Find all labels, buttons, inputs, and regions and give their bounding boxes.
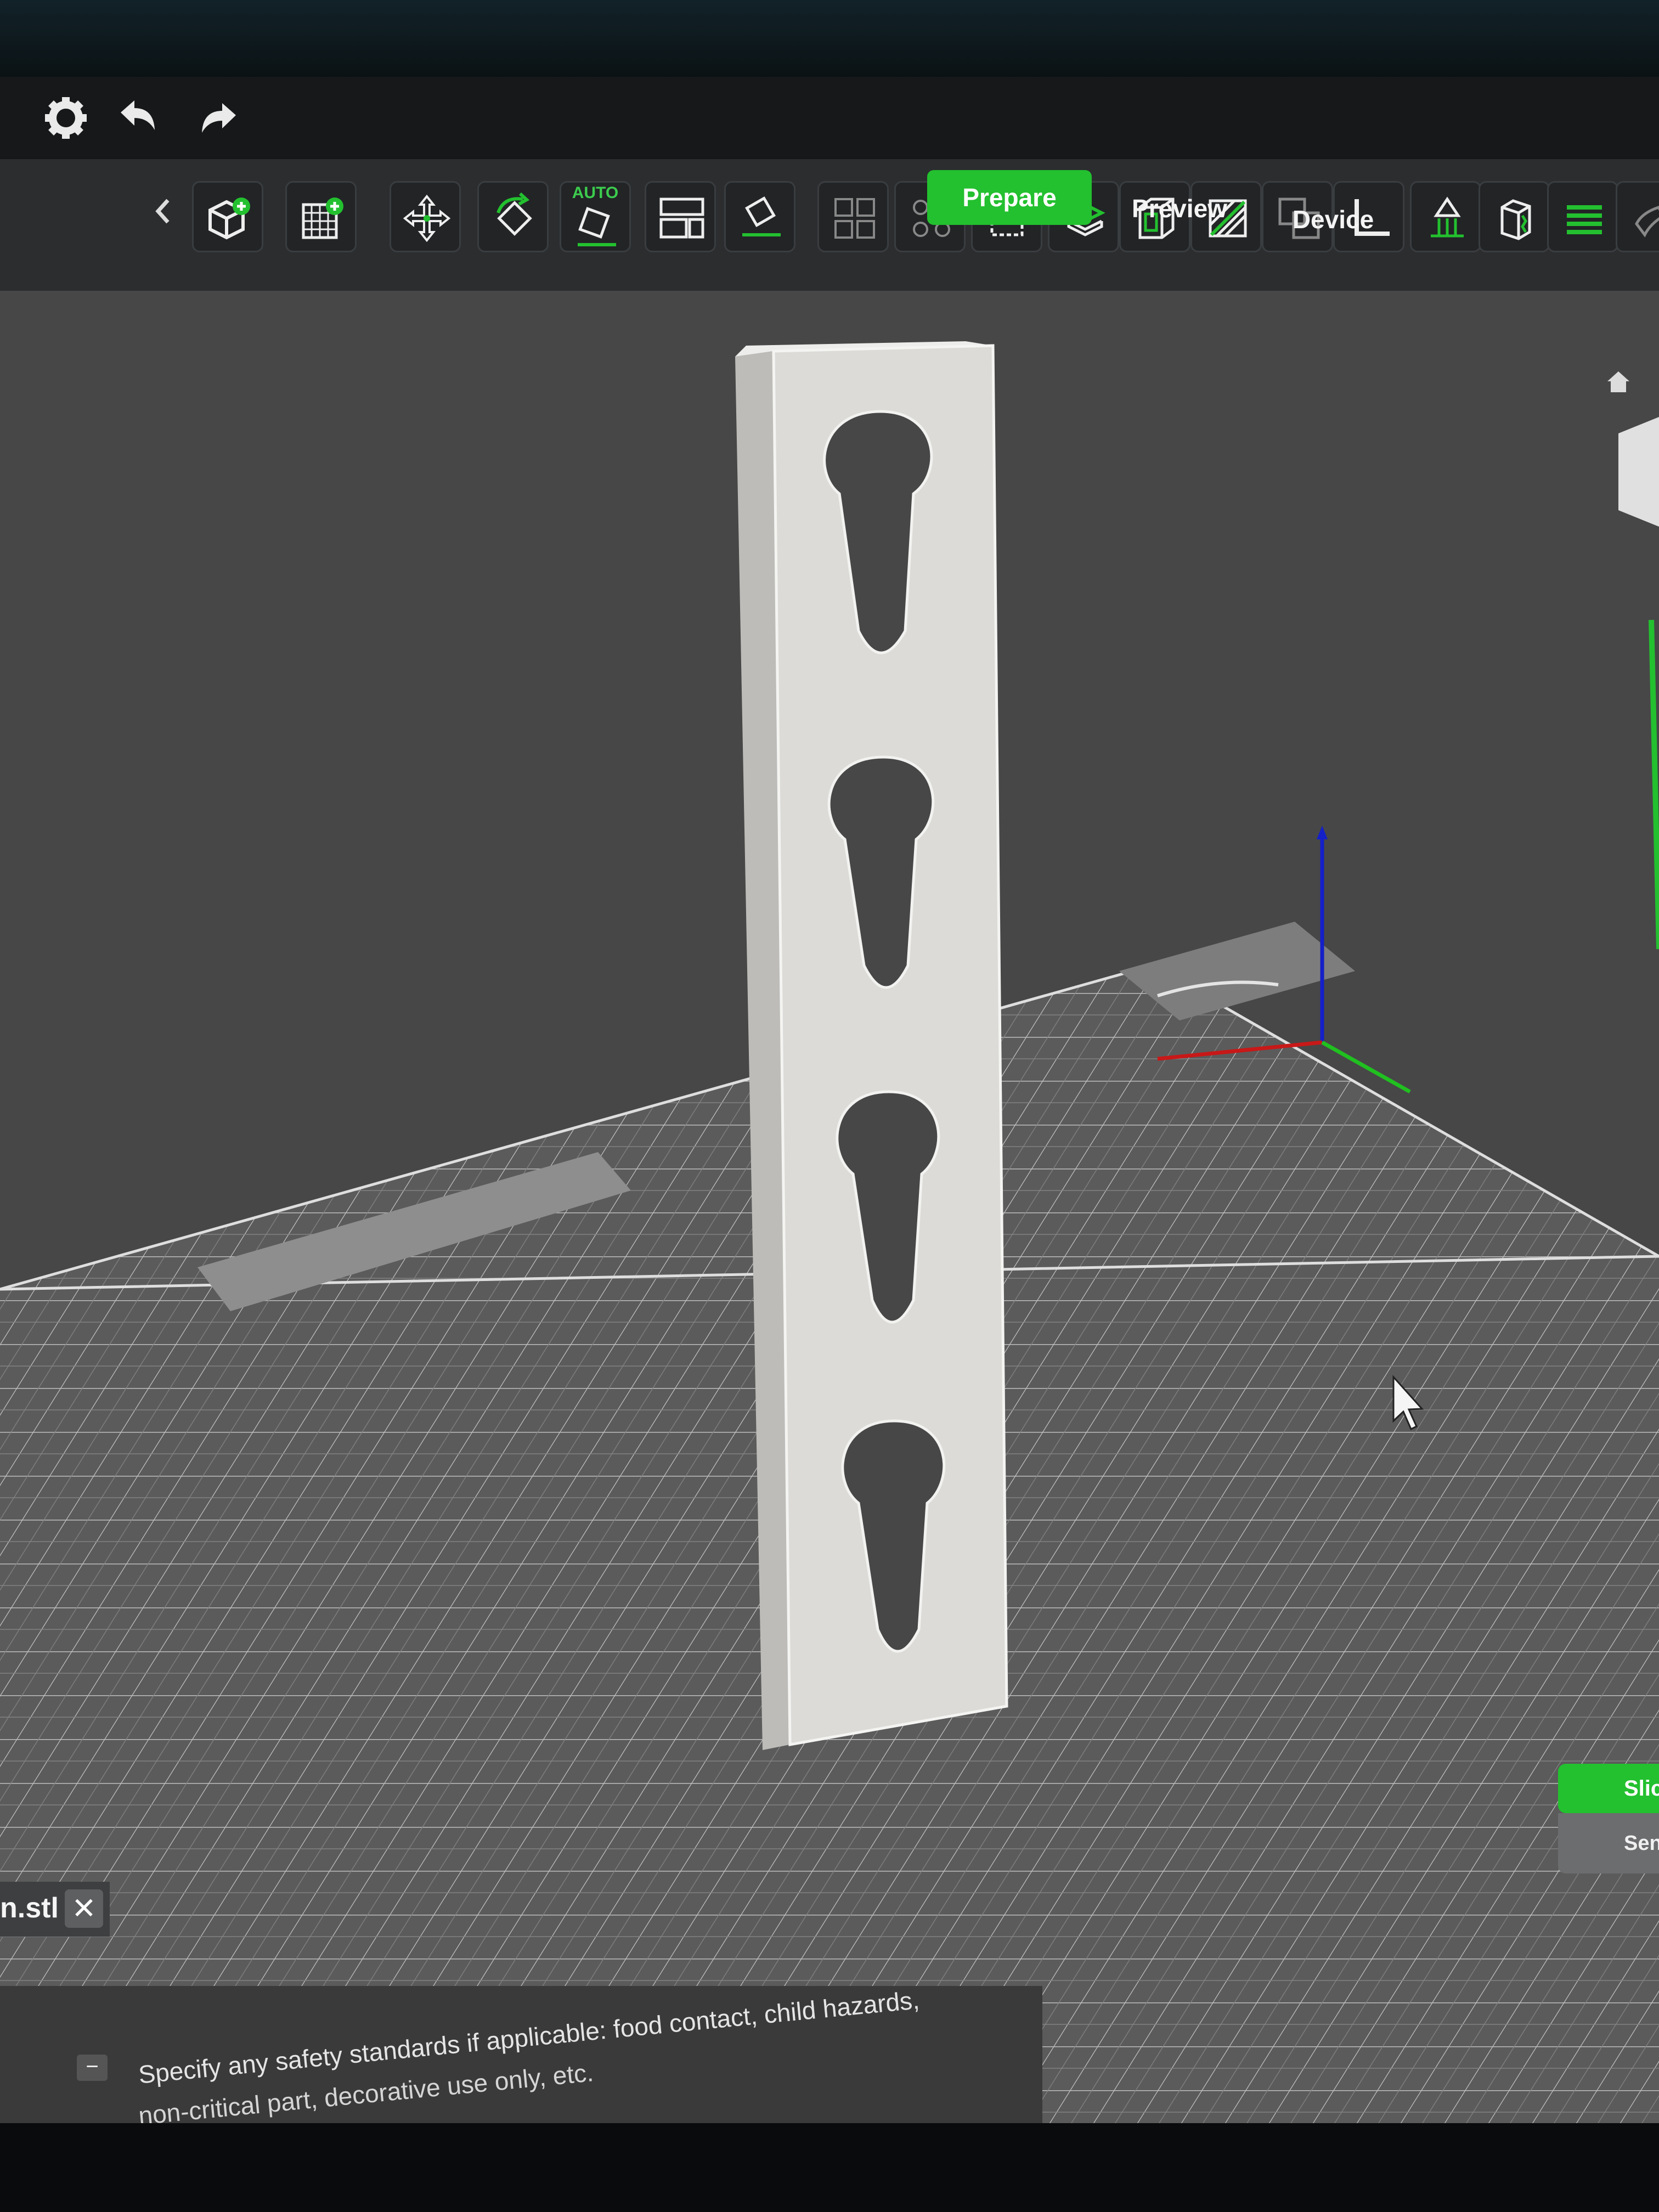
move-button[interactable] (390, 181, 461, 252)
layer-slider[interactable] (1649, 619, 1659, 950)
title-bar (0, 77, 1659, 159)
monitor-bezel-top (0, 0, 1659, 77)
3d-viewport[interactable] (0, 291, 1659, 2145)
tab-prepare[interactable]: Prepare (927, 170, 1092, 225)
lay-on-face-icon (742, 196, 781, 236)
add-object-button[interactable] (192, 181, 263, 252)
home-icon[interactable] (1602, 365, 1635, 398)
file-name: n.stl (0, 1892, 59, 1924)
rotate-icon (496, 192, 532, 236)
support-paint-button[interactable] (1410, 181, 1481, 252)
send-button[interactable]: Sen (1558, 1813, 1659, 1874)
file-tab[interactable]: n.stl ✕ (0, 1882, 110, 1937)
build-plate-scene (0, 341, 1659, 2145)
chevron-left-icon[interactable] (147, 189, 180, 233)
toolbar: AUTO (0, 159, 1659, 291)
lay-on-face-button[interactable] (724, 181, 795, 252)
collapse-button[interactable]: − (77, 2055, 108, 2081)
tab-preview[interactable]: Preview (1108, 181, 1251, 236)
move-icon (403, 194, 451, 242)
close-icon[interactable]: ✕ (65, 1889, 103, 1928)
support-paint-icon (1431, 196, 1464, 238)
add-plate-button[interactable] (285, 181, 357, 252)
slice-button[interactable]: Slic (1558, 1764, 1659, 1813)
auto-orient-icon (578, 207, 616, 246)
model-hanger-bar (735, 341, 1008, 1750)
orientation-cube[interactable] (1618, 417, 1659, 527)
tab-device[interactable]: Device (1262, 192, 1404, 247)
color-paint-button[interactable] (1616, 181, 1659, 252)
redo-icon[interactable] (192, 91, 247, 145)
cube-add-icon (208, 198, 250, 240)
split-objects-button[interactable] (817, 181, 889, 252)
arrange-icon (659, 198, 704, 239)
layers-icon (1567, 205, 1602, 234)
undo-icon[interactable] (110, 91, 165, 145)
auto-orient-button[interactable]: AUTO (560, 181, 631, 252)
grid-add-icon (302, 198, 343, 239)
settings-icon[interactable] (38, 91, 93, 145)
split-objects-icon (834, 198, 875, 239)
arrange-button[interactable] (645, 181, 716, 252)
rotate-button[interactable] (477, 181, 549, 252)
layer-paint-button[interactable] (1547, 181, 1618, 252)
paint-icon (1635, 206, 1659, 238)
monitor-bezel-bottom (0, 2123, 1659, 2212)
seam-paint-button[interactable] (1479, 181, 1550, 252)
seam-paint-icon (1500, 199, 1531, 240)
